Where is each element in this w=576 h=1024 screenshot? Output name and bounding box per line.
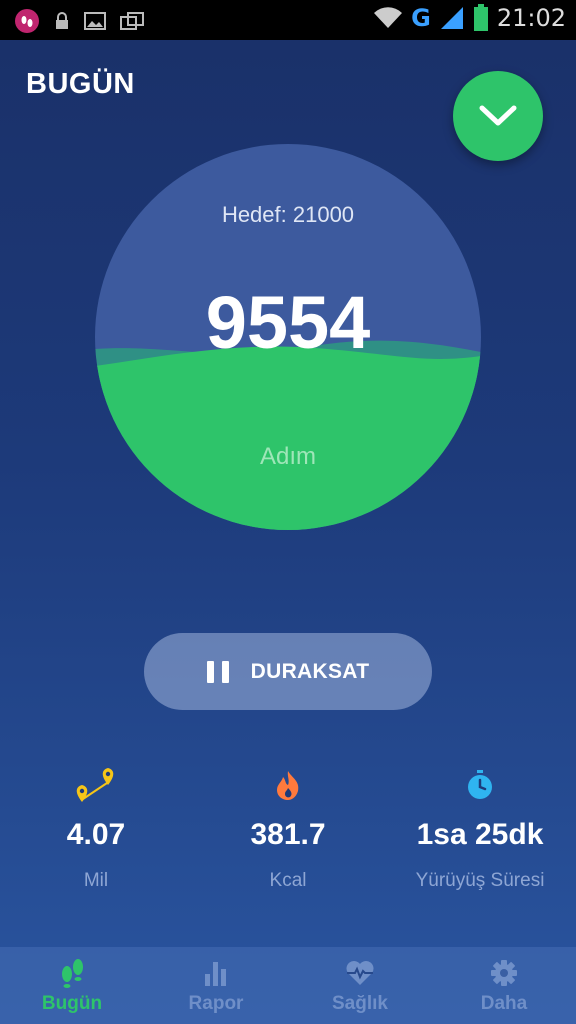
flame-icon: [277, 771, 299, 800]
clock: 21:02: [496, 4, 566, 32]
stat-distance: 4.07 Mil: [0, 760, 192, 892]
pause-button-label: DURAKSAT: [250, 659, 370, 683]
nav-label-today: Bugün: [41, 993, 103, 1014]
goal-text: Hedef: 21000: [221, 202, 355, 227]
pause-button[interactable]: DURAKSAT: [144, 633, 432, 710]
battery-icon: [473, 4, 488, 31]
status-bar: G 21:02: [0, 0, 576, 40]
stat-calories: 381.7 Kcal: [192, 760, 384, 892]
bottom-nav: Bugün Rapor Sağlık Daha: [0, 947, 576, 1024]
heart-pulse-icon: [346, 961, 374, 985]
screenshot-icon: [120, 12, 144, 30]
chevron-down-icon: [479, 105, 517, 126]
app-notification-icon: [15, 9, 39, 33]
nav-label-more: Daha: [480, 993, 528, 1014]
image-icon: [84, 12, 106, 30]
nav-item-today[interactable]: Bugün: [0, 947, 144, 1024]
wave-front: [95, 346, 481, 530]
gear-icon: [491, 960, 517, 986]
distance-value: 4.07: [66, 818, 126, 851]
nav-item-more[interactable]: Daha: [432, 947, 576, 1024]
distance-label: Mil: [83, 870, 109, 891]
lock-icon: [56, 12, 68, 29]
walk-time-label: Yürüyüş Süresi: [415, 870, 545, 891]
stat-walk-time: 1sa 25dk Yürüyüş Süresi: [384, 760, 576, 892]
signal-icon: [440, 7, 463, 29]
bar-chart-icon: [205, 962, 226, 986]
stopwatch-icon: [468, 770, 492, 799]
steps-count: 9554: [205, 281, 371, 364]
page-title: BUGÜN: [26, 68, 135, 100]
distance-pin-icon: [76, 768, 114, 802]
steps-unit: Adım: [259, 443, 316, 470]
calories-value: 381.7: [250, 818, 326, 851]
calories-label: Kcal: [269, 870, 307, 891]
network-type: G: [411, 4, 431, 32]
footsteps-icon: [62, 959, 83, 988]
nav-item-report[interactable]: Rapor: [144, 947, 288, 1024]
pause-icon: [206, 660, 229, 683]
wifi-icon: [374, 7, 403, 29]
walk-time-value: 1sa 25dk: [416, 818, 544, 851]
nav-label-report: Rapor: [188, 993, 244, 1014]
nav-label-health: Sağlık: [332, 993, 388, 1014]
nav-item-health[interactable]: Sağlık: [288, 947, 432, 1024]
